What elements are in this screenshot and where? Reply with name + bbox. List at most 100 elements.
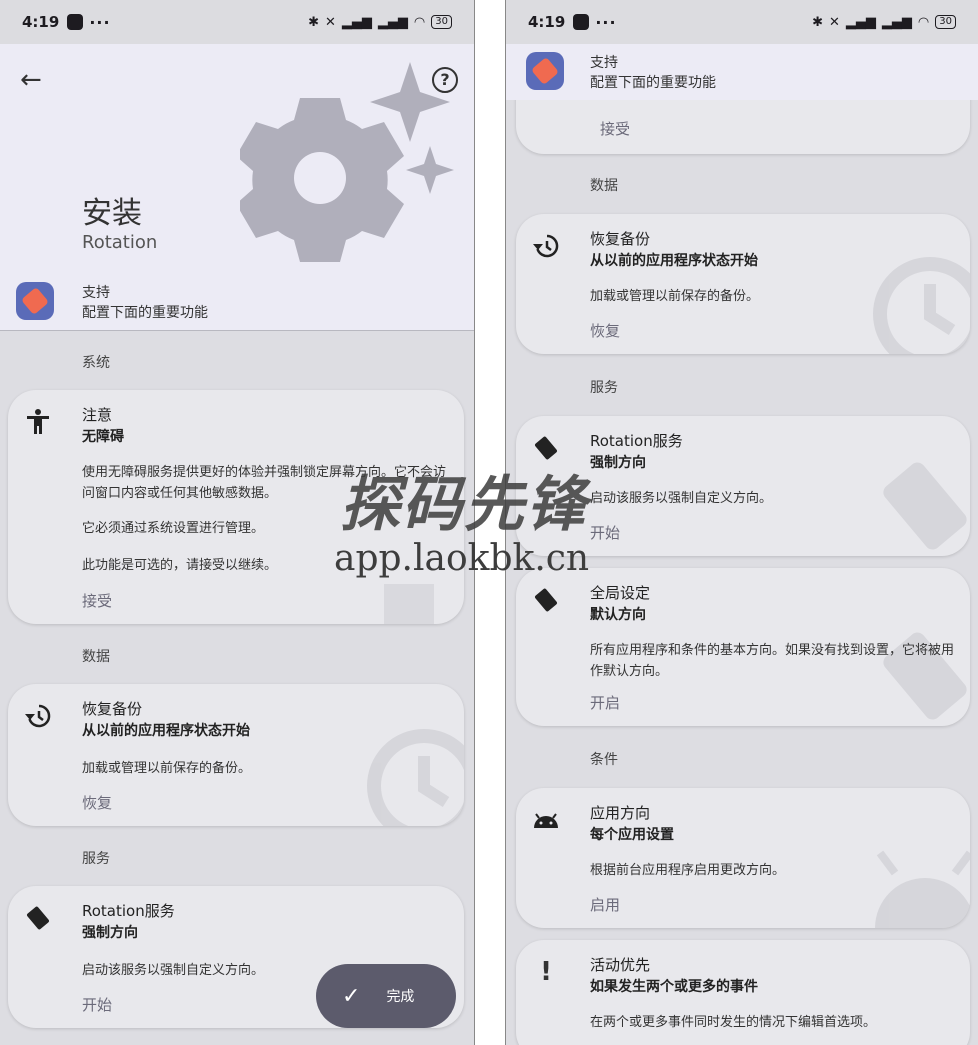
restore-button[interactable]: 恢复 xyxy=(82,792,112,813)
restore-card: 恢复备份 从以前的应用程序状态开始 加载或管理以前保存的备份。 恢复 xyxy=(516,214,970,354)
status-bar: 4:19 ··· ✱ ✕ ▂▄▆ ▂▄▆ ◠ 30 xyxy=(506,0,978,44)
status-time: 4:19 xyxy=(22,13,60,31)
enable-button[interactable]: 开启 xyxy=(590,692,620,713)
tiktok-icon xyxy=(67,14,84,30)
signal-icon: ▂▄▆ xyxy=(845,14,876,30)
card-description-2: 它必须通过系统设置进行管理。 xyxy=(82,521,265,536)
signal-icon-2: ▂▄▆ xyxy=(881,14,912,30)
card-description: 启动该服务以强制自定义方向。 xyxy=(590,491,773,506)
status-icons: ✱ ✕ ▂▄▆ ▂▄▆ ◠ 30 xyxy=(308,15,452,30)
card-subtitle: 强制方向 xyxy=(82,925,138,941)
section-system: 系统 xyxy=(82,355,110,371)
event-priority-card: ! 活动优先 如果发生两个或更多的事件 在两个或更多事件同时发生的情况下编辑首选… xyxy=(516,940,970,1045)
card-title: 恢复备份 xyxy=(590,230,651,248)
check-icon: ✓ xyxy=(342,983,361,1009)
app-logo-icon xyxy=(526,52,564,90)
screen-separator xyxy=(474,0,506,1045)
card-title: 全局设定 xyxy=(590,584,651,602)
bluetooth-icon: ✱ xyxy=(812,14,824,30)
app-logo-icon xyxy=(16,282,54,320)
card-subtitle: 无障碍 xyxy=(82,429,124,445)
card-description-3: 此功能是可选的，请接受以继续。 xyxy=(82,558,278,573)
card-description: 加载或管理以前保存的备份。 xyxy=(590,289,760,304)
section-data: 数据 xyxy=(590,178,618,194)
left-screen: 4:19 ··· ✱ ✕ ▂▄▆ ▂▄▆ ◠ 30 ← ? 安装 Rotatio… xyxy=(0,0,474,1045)
service-card: Rotation服务 强制方向 启动该服务以强制自定义方向。 开始 xyxy=(516,416,970,556)
support-subtitle: 配置下面的重要功能 xyxy=(590,75,716,91)
status-bar: 4:19 ··· ✱ ✕ ▂▄▆ ▂▄▆ ◠ 30 xyxy=(0,0,474,44)
history-bg-icon xyxy=(873,257,970,354)
start-button[interactable]: 开始 xyxy=(82,994,112,1015)
vibrate-icon: ✕ xyxy=(325,14,336,30)
android-icon xyxy=(532,806,560,834)
rotation-icon xyxy=(532,586,560,614)
section-data: 数据 xyxy=(82,649,110,665)
signal-icon-2: ▂▄▆ xyxy=(377,14,408,30)
rotation-icon xyxy=(532,434,560,462)
settings-sparkle-icon xyxy=(240,62,454,262)
right-screen: 4:19 ··· ✱ ✕ ▂▄▆ ▂▄▆ ◠ 30 接受 支持 配置下面的重要功… xyxy=(506,0,978,1045)
support-title: 支持 xyxy=(82,285,110,301)
status-icons: ✱ ✕ ▂▄▆ ▂▄▆ ◠ 30 xyxy=(812,15,956,30)
rotation-bg-icon xyxy=(883,462,967,550)
accept-button[interactable]: 接受 xyxy=(600,118,630,139)
support-row: 支持 配置下面的重要功能 xyxy=(0,282,474,334)
app-orientation-card: 应用方向 每个应用设置 根据前台应用程序启用更改方向。 启用 xyxy=(516,788,970,928)
android-bg-icon xyxy=(875,850,970,928)
exclamation-icon: ! xyxy=(540,957,552,987)
card-title: 应用方向 xyxy=(590,804,651,822)
section-service: 服务 xyxy=(82,851,110,867)
section-service: 服务 xyxy=(590,380,618,396)
support-header: 支持 配置下面的重要功能 xyxy=(506,44,978,100)
done-label: 完成 xyxy=(386,989,415,1005)
rotation-icon xyxy=(24,904,52,932)
status-time: 4:19 xyxy=(528,13,566,31)
vibrate-icon: ✕ xyxy=(829,14,840,30)
card-subtitle: 强制方向 xyxy=(590,455,646,471)
bluetooth-icon: ✱ xyxy=(308,14,320,30)
tiktok-icon xyxy=(573,14,590,30)
support-title: 支持 xyxy=(590,55,618,71)
card-description: 加载或管理以前保存的备份。 xyxy=(82,761,252,776)
enable-button[interactable]: 启用 xyxy=(590,894,620,915)
card-title: Rotation服务 xyxy=(590,432,683,450)
card-description: 根据前台应用程序启用更改方向。 xyxy=(590,863,786,878)
signal-icon: ▂▄▆ xyxy=(341,14,372,30)
card-subtitle: 从以前的应用程序状态开始 xyxy=(590,253,758,269)
card-subtitle: 如果发生两个或更多的事件 xyxy=(590,979,758,995)
support-subtitle: 配置下面的重要功能 xyxy=(82,305,208,321)
page-subtitle: Rotation xyxy=(82,232,158,253)
card-title: Rotation服务 xyxy=(82,902,175,920)
restore-card: 恢复备份 从以前的应用程序状态开始 加载或管理以前保存的备份。 恢复 xyxy=(8,684,464,826)
card-title: 活动优先 xyxy=(590,956,651,974)
accept-button[interactable]: 接受 xyxy=(82,590,112,611)
wifi-icon: ◠ xyxy=(413,14,426,30)
start-button[interactable]: 开始 xyxy=(590,522,620,543)
done-button[interactable]: ✓ 完成 xyxy=(316,964,456,1028)
battery-icon: 30 xyxy=(431,15,452,29)
wifi-icon: ◠ xyxy=(917,14,930,30)
card-description: 在两个或更多事件同时发生的情况下编辑首选项。 xyxy=(590,1015,877,1030)
battery-icon: 30 xyxy=(935,15,956,29)
card-title: 恢复备份 xyxy=(82,700,143,718)
card-subtitle: 从以前的应用程序状态开始 xyxy=(82,723,250,739)
accessibility-bg-icon xyxy=(384,584,434,624)
card-description: 所有应用程序和条件的基本方向。如果没有找到设置，它将被用作默认方向。 xyxy=(590,643,955,679)
card-description: 使用无障碍服务提供更好的体验并强制锁定屏幕方向。它不会访问窗口内容或任何其他敏感… xyxy=(82,465,447,501)
more-notifications-icon: ··· xyxy=(89,12,111,32)
more-notifications-icon: ··· xyxy=(595,12,617,32)
global-card: 全局设定 默认方向 所有应用程序和条件的基本方向。如果没有找到设置，它将被用作默… xyxy=(516,568,970,726)
accessibility-icon xyxy=(24,408,52,436)
divider xyxy=(0,330,474,331)
card-title: 注意 xyxy=(82,406,113,424)
section-condition: 条件 xyxy=(590,752,618,768)
restore-button[interactable]: 恢复 xyxy=(590,320,620,341)
card-description: 启动该服务以强制自定义方向。 xyxy=(82,963,265,978)
card-subtitle: 每个应用设置 xyxy=(590,827,674,843)
arrow-left-icon[interactable]: ← xyxy=(20,67,44,93)
history-icon xyxy=(532,232,560,260)
page-title: 安装 xyxy=(82,196,142,231)
card-subtitle: 默认方向 xyxy=(590,607,646,623)
history-bg-icon xyxy=(367,729,464,826)
history-icon xyxy=(24,702,52,730)
